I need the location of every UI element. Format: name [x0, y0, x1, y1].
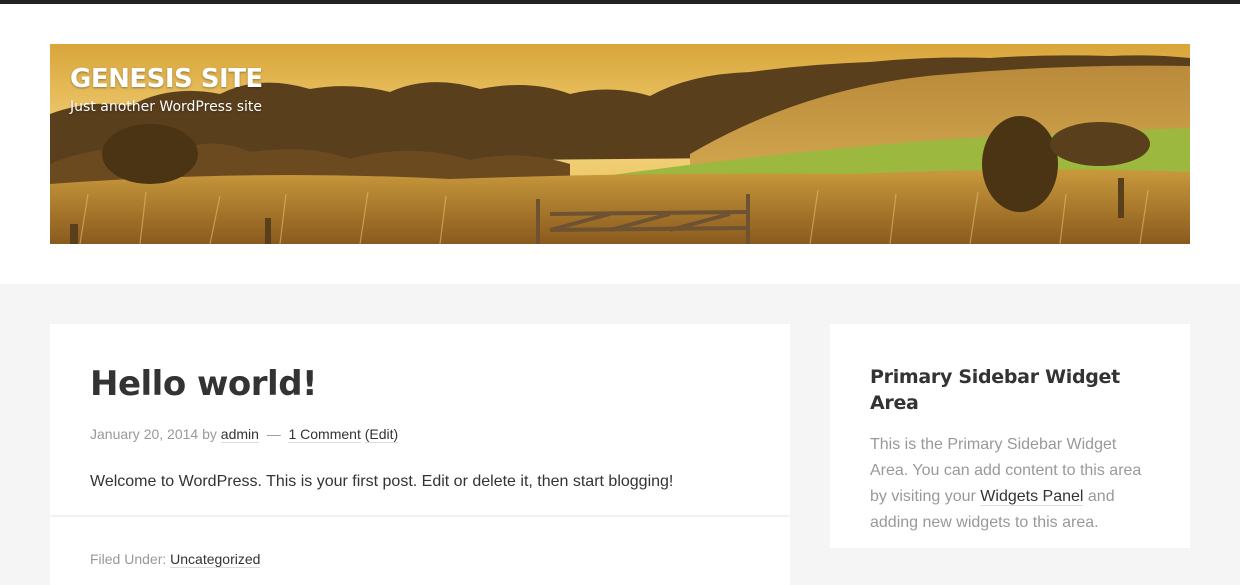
category-link[interactable]: Uncategorized	[170, 551, 261, 568]
widget-text: This is the Primary Sidebar Widget Area.…	[870, 432, 1150, 536]
by-label: by	[202, 426, 217, 442]
site-description: Just another WordPress site	[70, 99, 263, 115]
entry-meta: January 20, 2014 by admin — 1 Comment (E…	[90, 424, 750, 444]
comments-link[interactable]: 1 Comment	[288, 426, 361, 443]
title-area: GENESIS SITE Just another WordPress site	[70, 64, 263, 116]
entry-footer: Filed Under: Uncategorized	[50, 515, 790, 568]
widget-title: Primary Sidebar Widget Area	[870, 366, 1120, 414]
post-date: January 20, 2014	[90, 426, 199, 442]
meta-separator: —	[266, 426, 281, 442]
author-link[interactable]: admin	[220, 426, 259, 443]
post-title: Hello world!	[90, 364, 318, 404]
filed-under-label: Filed Under:	[90, 551, 167, 567]
site-title[interactable]: GENESIS SITE	[70, 64, 263, 94]
entry-header: Hello world! January 20, 2014 by admin —…	[50, 324, 790, 444]
widgets-panel-link[interactable]: Widgets Panel	[980, 488, 1084, 506]
edit-link[interactable]: (Edit)	[364, 426, 399, 443]
post-entry: Hello world! January 20, 2014 by admin —…	[50, 324, 790, 585]
primary-sidebar: Primary Sidebar Widget Area This is the …	[830, 324, 1190, 548]
site-header: GENESIS SITE Just another WordPress site	[0, 4, 1240, 284]
entry-content: Welcome to WordPress. This is your first…	[90, 473, 674, 490]
